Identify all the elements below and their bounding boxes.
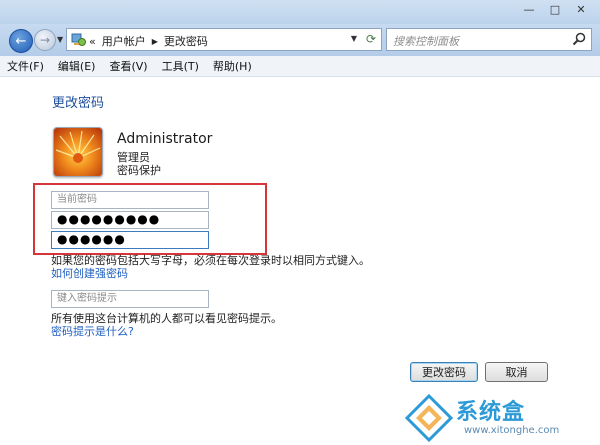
user-name: Administrator: [117, 131, 213, 147]
menu-tools[interactable]: 工具(T): [155, 58, 206, 74]
breadcrumb-user-accounts[interactable]: 用户帐户: [102, 33, 146, 49]
flower-picture-icon: [54, 128, 102, 176]
strong-password-link[interactable]: 如何创建强密码: [51, 265, 128, 281]
control-panel-icon: [71, 33, 86, 46]
breadcrumb-change-password[interactable]: 更改密码: [164, 33, 208, 49]
history-dropdown-icon[interactable]: ▼: [57, 35, 63, 44]
menu-view[interactable]: 查看(V): [102, 58, 154, 74]
breadcrumb-separator-icon[interactable]: ▶: [152, 37, 158, 46]
password-hint-field[interactable]: 键入密码提示: [51, 290, 209, 308]
watermark-text: 系统盒: [456, 400, 526, 425]
search-placeholder: 搜索控制面板: [393, 35, 459, 48]
search-icon[interactable]: [572, 32, 586, 46]
address-dropdown-icon[interactable]: ▼: [351, 34, 357, 43]
maximize-button[interactable]: □: [542, 0, 568, 18]
window-controls: — □ ✕: [516, 0, 594, 18]
breadcrumb-overflow[interactable]: «: [89, 35, 96, 48]
highlight-box: [33, 183, 267, 255]
menu-bar: 文件(F) 编辑(E) 查看(V) 工具(T) 帮助(H): [0, 56, 600, 77]
menu-file[interactable]: 文件(F): [0, 58, 51, 74]
forward-button[interactable]: →: [34, 29, 56, 51]
search-box[interactable]: 搜索控制面板: [386, 28, 592, 51]
watermark-url: www.xitonghe.com: [464, 425, 560, 436]
refresh-icon[interactable]: ⟳: [366, 32, 376, 46]
close-button[interactable]: ✕: [568, 0, 594, 18]
cancel-button[interactable]: 取消: [485, 362, 548, 382]
watermark: 系统盒 www.xitonghe.com: [404, 393, 600, 445]
password-hint-link[interactable]: 密码提示是什么?: [51, 323, 134, 339]
address-bar[interactable]: « 用户帐户 ▶ 更改密码 ▼ ⟳: [66, 28, 382, 51]
page-title: 更改密码: [52, 96, 105, 111]
menu-edit[interactable]: 编辑(E): [51, 58, 103, 74]
menu-help[interactable]: 帮助(H): [206, 58, 259, 74]
navigation-bar: ← → ▼ « 用户帐户 ▶ 更改密码 ▼ ⟳ 搜索控制面板: [0, 24, 600, 56]
title-bar: — □ ✕: [0, 0, 600, 24]
change-password-button[interactable]: 更改密码: [410, 362, 478, 382]
minimize-button[interactable]: —: [516, 0, 542, 18]
back-button[interactable]: ←: [9, 29, 33, 53]
avatar: [53, 127, 103, 177]
content-pane: 更改密码 Administrator 管理员 密码保护 当前密码 ●●●●●●●…: [0, 77, 600, 445]
user-status: 密码保护: [117, 164, 161, 177]
watermark-logo-icon: [404, 393, 454, 443]
